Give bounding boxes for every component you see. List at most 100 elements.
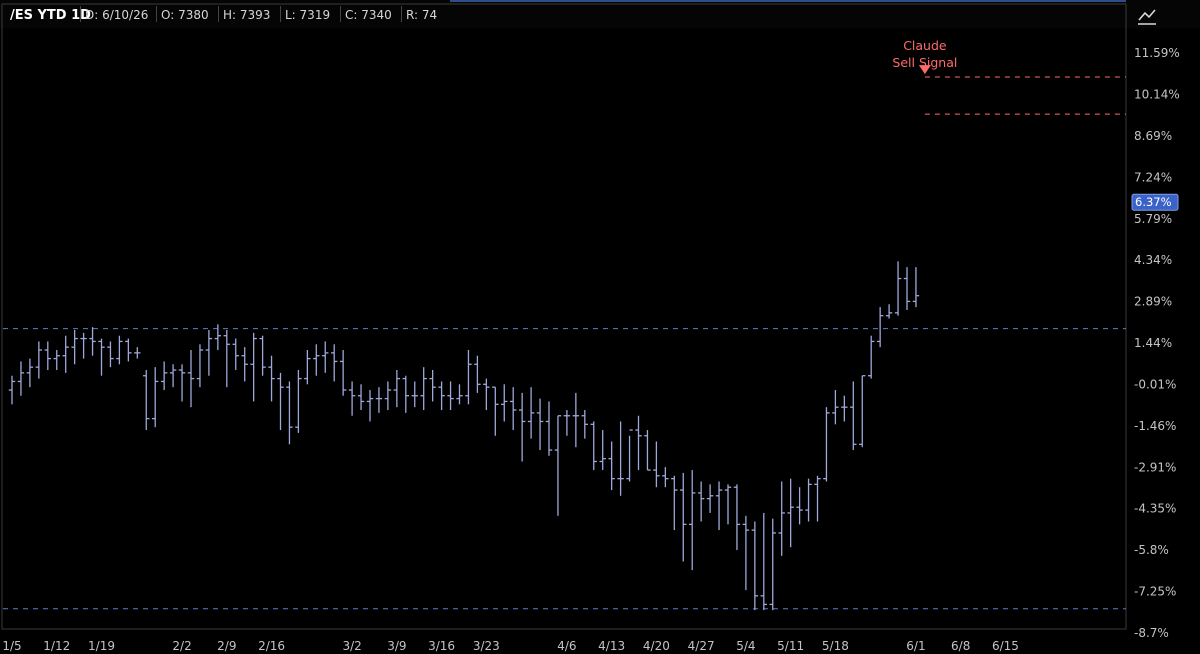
x-axis: 1/5 1/12 1/19 2/2 2/9 2/16 3/2 3/9 3/16 3/23 4/6 4/…: [2, 639, 1019, 653]
ohlc-bar: [438, 381, 445, 411]
ohlc-bar: [331, 344, 338, 382]
ohlc-bar: [814, 475, 821, 522]
ohlc-bar: [393, 370, 401, 408]
x-tick-label: 4/27: [688, 639, 715, 653]
x-tick-label: 2/9: [217, 639, 236, 653]
ohlc-bar: [760, 512, 767, 611]
ohlc-bar: [724, 484, 732, 525]
ohlc-bar: [510, 387, 517, 431]
ohlc-bar: [187, 350, 195, 408]
y-axis: 11.59% 10.14% 8.69% 7.24% 5.79% 4.34% 2.89% 1.4…: [1134, 46, 1180, 640]
ohlc-bar: [80, 332, 87, 359]
ohlc-bar: [268, 355, 275, 402]
ohlc-bar: [545, 401, 553, 456]
ohlc-bar: [160, 361, 168, 391]
x-tick-label: 3/16: [428, 639, 455, 653]
ohlc-bar: [178, 364, 186, 402]
ohlc-bar: [635, 415, 642, 471]
x-tick-label: 4/20: [643, 639, 670, 653]
header-high: H: 7393: [223, 8, 270, 22]
x-tick-label: 6/8: [951, 639, 970, 653]
ohlc-bar: [501, 384, 508, 422]
ohlc-bar: [456, 384, 463, 405]
ohlc-bar: [715, 481, 723, 531]
ohlc-bar: [232, 338, 239, 371]
ohlc-bar: [769, 518, 776, 611]
ohlc-bar: [590, 421, 597, 471]
ohlc-bar: [250, 332, 257, 402]
ohlc-bar: [116, 335, 123, 365]
ohlc-bar: [572, 392, 580, 448]
ohlc-bar: [617, 421, 624, 496]
x-tick-label: 4/6: [557, 639, 576, 653]
last-price-badge: 6.37%: [1131, 193, 1179, 211]
signal-label-line1: Claude: [903, 38, 947, 53]
x-tick-label: 1/12: [43, 639, 70, 653]
ohlc-bar: [778, 481, 785, 556]
y-tick-label: 11.59%: [1134, 46, 1180, 60]
ohlc-bar: [313, 344, 320, 376]
y-tick-label: 7.24%: [1134, 170, 1172, 184]
ohlc-bar: [375, 387, 383, 413]
ohlc-bar: [885, 304, 893, 319]
ohlc-bar: [671, 475, 678, 531]
ohlc-bar: [742, 515, 750, 591]
ohlc-bar: [483, 378, 490, 411]
header-range: R: 74: [406, 8, 437, 22]
ohlc-bar: [527, 387, 535, 439]
ohlc-bar: [277, 372, 284, 431]
x-tick-label: 1/19: [88, 639, 115, 653]
plot-frame: [1, 3, 1127, 630]
ohlc-bar: [868, 335, 875, 379]
ohlc-bar: [286, 381, 293, 445]
ohlc-bar: [850, 381, 857, 451]
y-tick-label: 5.79%: [1134, 212, 1172, 226]
ohlc-bar: [98, 338, 105, 376]
ohlc-bar: [384, 381, 392, 411]
ohlc-bar: [894, 261, 902, 316]
last-price-label: 6.37%: [1135, 195, 1172, 209]
x-tick-label: 6/15: [992, 639, 1019, 653]
ohlc-bar: [492, 386, 499, 436]
ohlc-bar: [223, 329, 230, 388]
x-tick-label: 5/18: [822, 639, 849, 653]
y-tick-label: -5.8%: [1134, 543, 1169, 557]
ohlc-bar: [143, 370, 150, 431]
header-date: D: 6/10/26: [85, 8, 148, 22]
ohlc-bar: [581, 410, 588, 439]
x-tick-label: 5/11: [777, 639, 804, 653]
x-tick-label: 2/16: [258, 639, 285, 653]
ohlc-bar: [402, 375, 409, 413]
ohlc-bar: [348, 381, 356, 416]
ohlc-bar: [420, 367, 427, 411]
ohlc-bar: [787, 478, 794, 548]
x-tick-label: 4/13: [598, 639, 625, 653]
ohlc-bar: [474, 355, 481, 393]
x-tick-label: 3/23: [473, 639, 500, 653]
ohlc-bar: [295, 370, 302, 433]
y-tick-label: -0.01%: [1134, 378, 1176, 392]
ohlc-bar: [125, 338, 132, 362]
y-tick-label: -4.35%: [1134, 502, 1176, 516]
price-bars: [8, 261, 920, 611]
ohlc-bar: [152, 367, 159, 428]
symbol-title[interactable]: /ES YTD 1D: [10, 8, 91, 23]
y-tick-label: -2.91%: [1134, 460, 1176, 474]
ohlc-bar: [903, 267, 911, 310]
ohlc-bar: [8, 375, 16, 405]
header-low: L: 7319: [285, 8, 330, 22]
ohlc-bar: [697, 481, 705, 522]
ohlc-bar: [912, 267, 920, 308]
ohlc-bar: [134, 347, 141, 359]
ohlc-bar: [53, 350, 60, 371]
x-tick-label: 2/2: [172, 639, 191, 653]
ohlc-chart[interactable]: /ES YTD 1D D: 6/10/26 O: 7380 H: 7393 L:…: [0, 0, 1200, 654]
y-tick-label: 10.14%: [1134, 87, 1180, 101]
y-tick-label: -7.25%: [1134, 585, 1176, 599]
ohlc-bar: [706, 484, 714, 513]
x-tick-label: 1/5: [2, 639, 21, 653]
ohlc-bar: [563, 410, 571, 436]
y-tick-label: 2.89%: [1134, 295, 1172, 309]
y-tick-label: 8.69%: [1134, 129, 1172, 143]
ohlc-bar: [259, 335, 266, 376]
